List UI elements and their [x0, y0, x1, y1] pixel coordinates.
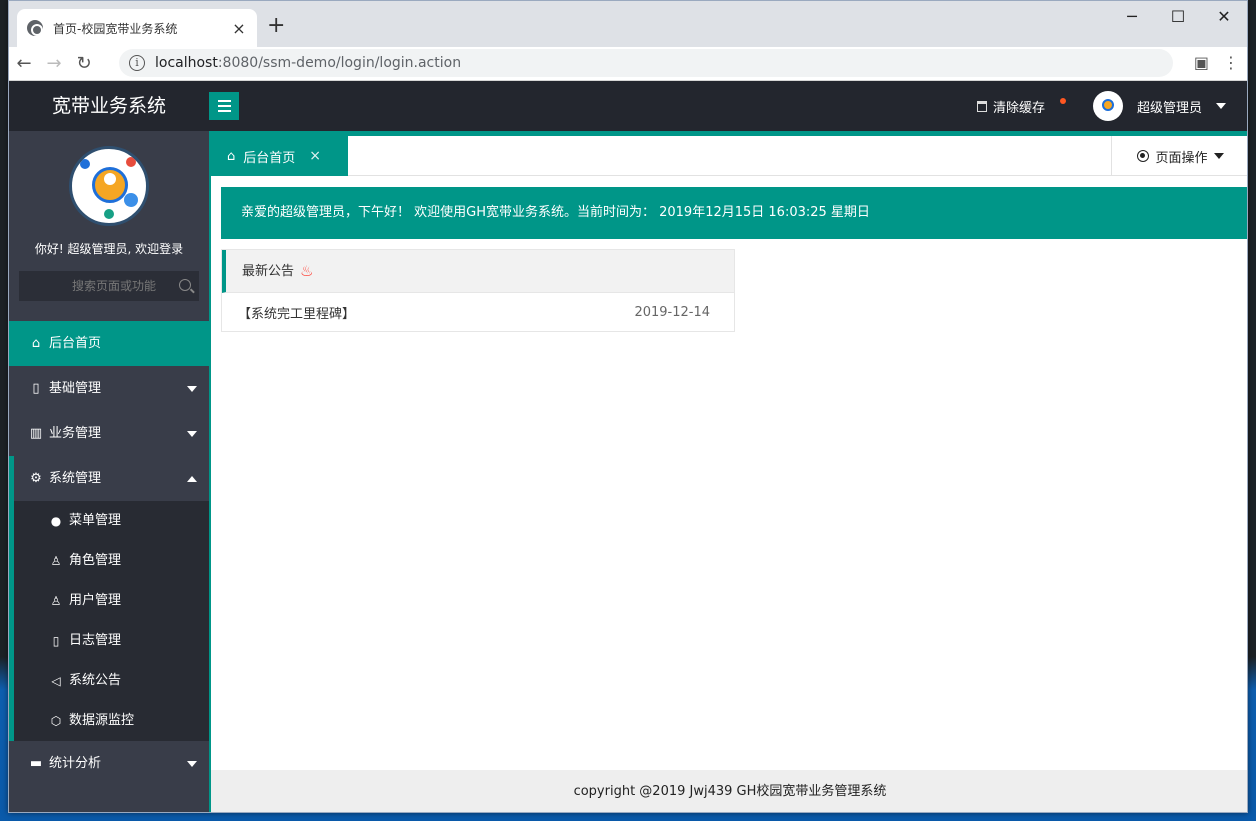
minimize-button[interactable]: ─ [1109, 1, 1155, 31]
page-footer: copyright @2019 Jwj439 GH校园宽带业务管理系统 [211, 770, 1247, 812]
toolbar-right: ▣ ⋮ [1194, 53, 1239, 72]
chevron-down-icon [187, 386, 197, 392]
building-icon: ▥ [29, 425, 43, 441]
info-icon[interactable]: i [129, 55, 145, 71]
chevron-down-icon [187, 431, 197, 437]
chevron-down-icon [187, 761, 197, 767]
users-icon: ♙ [50, 594, 62, 608]
speaker-icon: ◁ [51, 674, 61, 688]
sidebar-item-stats[interactable]: ▬ 统计分析 [9, 741, 209, 786]
sidebar-item-label: 系统管理 [49, 471, 102, 486]
tab-label: 后台首页 [243, 150, 296, 166]
profile-avatar [69, 146, 149, 226]
cube-icon: ⬡ [50, 714, 62, 728]
tab-home[interactable]: ⌂ 后台首页 × [211, 136, 348, 176]
address-bar[interactable]: i localhost:8080/ssm-demo/login/login.ac… [119, 49, 1173, 77]
tab-strip: 首页-校园宽带业务系统 × + ─ ☐ ✕ [9, 1, 1247, 47]
tab-close-icon[interactable]: × [309, 148, 321, 164]
subitem-label: 用户管理 [69, 593, 122, 608]
menu-toggle-icon[interactable] [209, 92, 239, 120]
sidebar-item-label: 后台首页 [49, 336, 102, 351]
sidebar-search-input[interactable]: 搜索页面或功能 [19, 271, 199, 301]
sidebar-subitem-menu[interactable]: ● 菜单管理 [14, 501, 209, 541]
sidebar-item-system[interactable]: ⚙ 系统管理 [9, 456, 209, 501]
globe-icon [27, 20, 43, 36]
home-icon: ⌂ [31, 335, 41, 351]
url-host: localhost [155, 55, 218, 71]
close-window-button[interactable]: ✕ [1201, 1, 1247, 31]
sidebar-subitem-logs[interactable]: ▯ 日志管理 [14, 621, 209, 661]
avatar [1093, 91, 1123, 121]
tab-close-button[interactable]: × [231, 19, 247, 38]
clear-cache-label: 清除缓存 [993, 101, 1046, 116]
notice-panel: 最新公告 ♨ 【系统完工里程碑】 2019-12-14 [221, 249, 735, 332]
sidebar-item-business[interactable]: ▥ 业务管理 [9, 411, 209, 456]
sidebar-item-label: 统计分析 [49, 756, 102, 771]
sidebar-subitem-datasource[interactable]: ⬡ 数据源监控 [14, 701, 209, 741]
app-title: 宽带业务系统 [51, 95, 166, 117]
main-content: ⌂ 后台首页 × 页面操作 亲爱的超级管理员，下午好！ 欢迎使用GH宽带业务系统… [209, 131, 1247, 812]
app-header: 宽带业务系统 清除缓存 超级管理员 [9, 81, 1247, 131]
subitem-label: 角色管理 [69, 553, 122, 568]
sidebar-item-home[interactable]: ⌂ 后台首页 [9, 321, 209, 366]
welcome-banner: 亲爱的超级管理员，下午好！ 欢迎使用GH宽带业务系统。当前时间为： 2019年1… [221, 187, 1247, 239]
gear-icon: ⚙ [30, 470, 42, 486]
welcome-text: 你好! 超级管理员, 欢迎登录 [34, 242, 184, 256]
trash-icon [977, 101, 987, 112]
forward-arrow-icon[interactable]: → [39, 53, 69, 74]
user-name: 超级管理员 [1137, 100, 1203, 116]
user-icon: ♙ [50, 554, 62, 568]
sidebar-item-basic[interactable]: ▯ 基础管理 [9, 366, 209, 411]
home-icon: ⌂ [227, 148, 236, 164]
more-menu-icon[interactable]: ⋮ [1223, 53, 1239, 72]
clear-cache-button[interactable]: 清除缓存 [977, 97, 1045, 116]
notice-item-title: 【系统完工里程碑】 [238, 306, 356, 322]
circle-icon: ● [50, 514, 62, 528]
fire-icon: ♨ [300, 261, 314, 280]
page-tabs: ⌂ 后台首页 × 页面操作 [211, 131, 1247, 176]
note-icon: ▯ [52, 634, 60, 648]
notification-dot [1060, 98, 1066, 104]
sidebar: 你好! 超级管理员, 欢迎登录 搜索页面或功能 ⌂ 后台首页 ▯ 基础管理 ▥ … [9, 131, 209, 812]
subitem-label: 菜单管理 [69, 513, 122, 528]
sidebar-item-label: 基础管理 [49, 381, 102, 396]
back-arrow-icon[interactable]: ← [9, 53, 39, 74]
url-path: :8080/ssm-demo/login/login.action [217, 55, 462, 71]
user-menu[interactable]: 超级管理员 [1093, 91, 1227, 121]
sidebar-item-label: 业务管理 [49, 426, 102, 441]
search-placeholder: 搜索页面或功能 [71, 279, 156, 293]
chevron-up-icon [187, 476, 197, 482]
window-controls: ─ ☐ ✕ [1109, 1, 1247, 31]
monitor-icon: ▬ [29, 755, 43, 771]
subitem-label: 数据源监控 [69, 713, 135, 728]
tab-title: 首页-校园宽带业务系统 [53, 21, 178, 36]
sidebar-subitem-notice[interactable]: ◁ 系统公告 [14, 661, 209, 701]
web-app: 宽带业务系统 清除缓存 超级管理员 你好! 超级管理员, 欢迎登录 搜索页面或功… [9, 81, 1247, 812]
system-submenu: ● 菜单管理 ♙ 角色管理 ♙ 用户管理 ▯ 日志管理 ◁ 系统公告 ⬡ 数据源… [9, 501, 209, 741]
sidebar-subitem-users[interactable]: ♙ 用户管理 [14, 581, 209, 621]
page-operations-button[interactable]: 页面操作 [1111, 136, 1247, 176]
maximize-button[interactable]: ☐ [1155, 1, 1201, 31]
new-tab-button[interactable]: + [267, 15, 285, 37]
notice-title: 最新公告 [242, 263, 295, 279]
reload-icon[interactable]: ↻ [69, 53, 99, 74]
browser-tab[interactable]: 首页-校园宽带业务系统 × [17, 9, 257, 47]
search-icon[interactable] [179, 279, 191, 291]
browser-window: 首页-校园宽带业务系统 × + ─ ☐ ✕ ← → ↻ i localhost:… [8, 0, 1248, 813]
list-item[interactable]: 【系统完工里程碑】 2019-12-14 [222, 293, 734, 331]
file-icon: ▯ [32, 380, 40, 396]
chevron-down-icon [1213, 153, 1224, 159]
clipboard-icon[interactable]: ▣ [1194, 53, 1209, 72]
target-icon [1137, 150, 1150, 162]
subitem-label: 系统公告 [69, 673, 122, 688]
notice-item-date: 2019-12-14 [634, 304, 710, 320]
sidebar-subitem-role[interactable]: ♙ 角色管理 [14, 541, 209, 581]
page-ops-label: 页面操作 [1155, 150, 1208, 166]
chevron-down-icon [1216, 103, 1227, 109]
browser-toolbar: ← → ↻ i localhost:8080/ssm-demo/login/lo… [9, 47, 1247, 81]
notice-header: 最新公告 ♨ [222, 250, 734, 293]
sidebar-profile: 你好! 超级管理员, 欢迎登录 搜索页面或功能 [9, 146, 209, 321]
subitem-label: 日志管理 [69, 633, 122, 648]
